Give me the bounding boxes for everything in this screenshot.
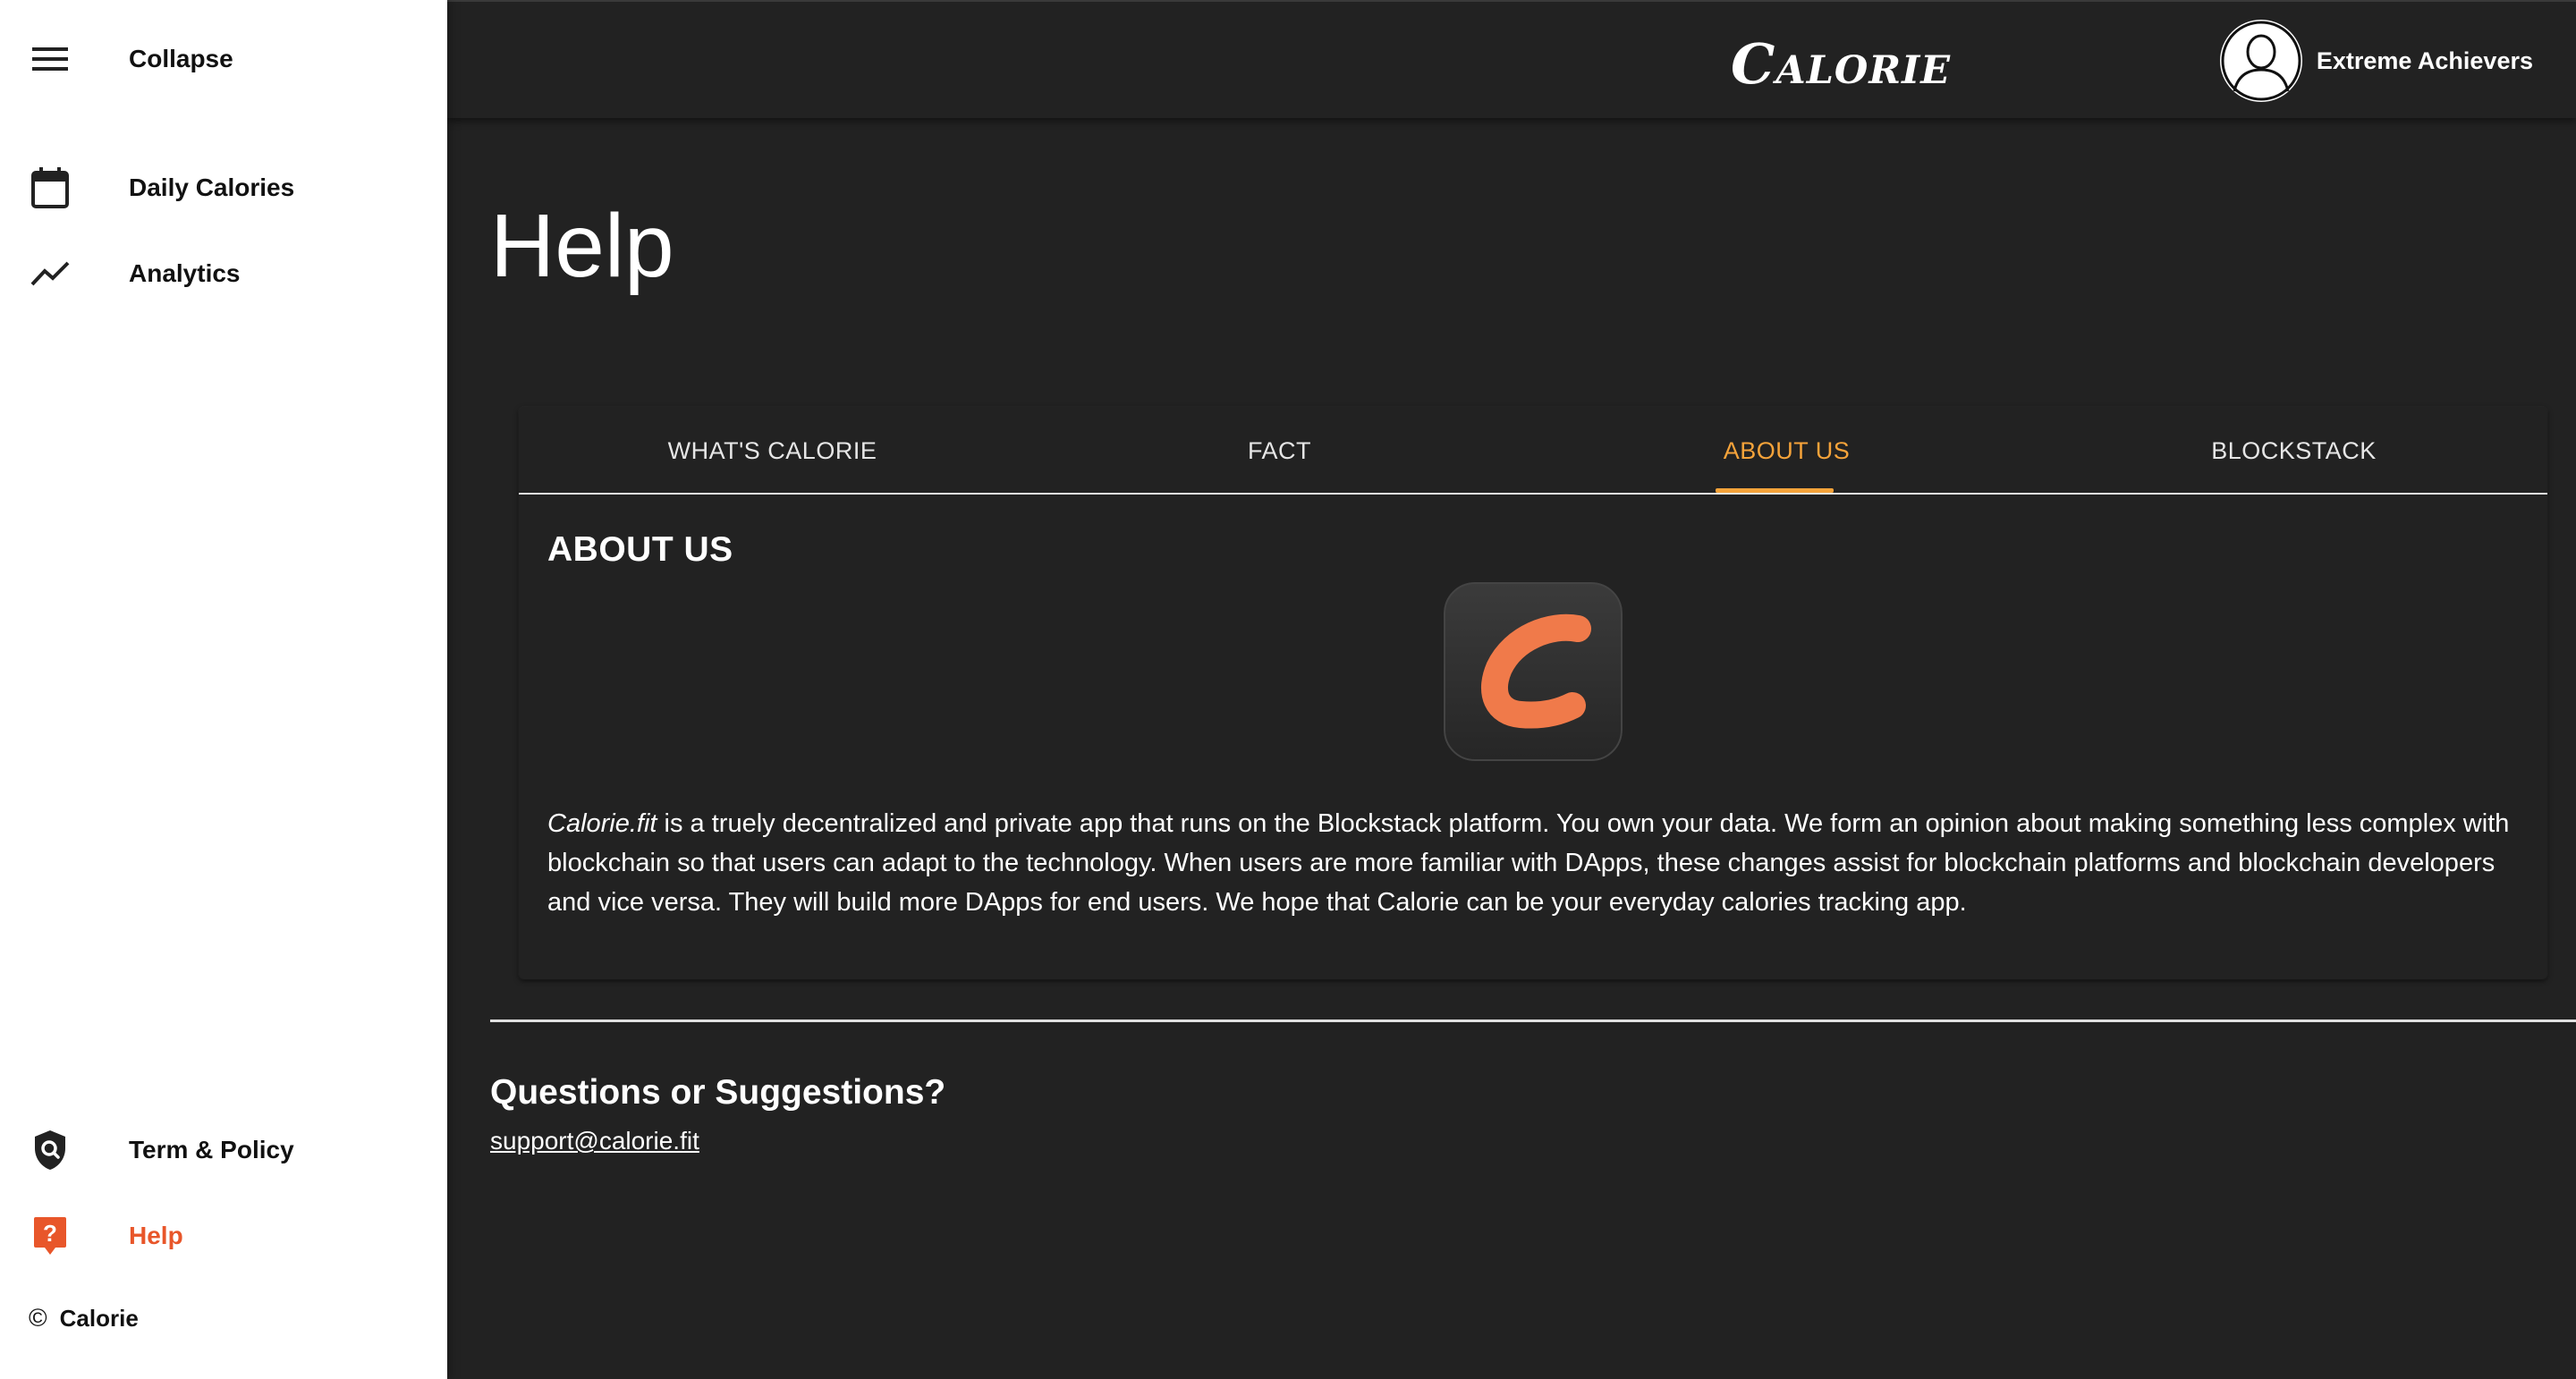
user-name: Extreme Achievers — [2316, 47, 2533, 74]
sidebar-item-analytics[interactable]: Analytics — [0, 238, 447, 309]
trending-up-icon — [29, 252, 72, 295]
tab-active-indicator — [1716, 488, 1834, 493]
sidebar-item-label: Term & Policy — [129, 1136, 294, 1163]
calorie-app-logo — [1444, 582, 1623, 761]
sidebar-item-label: Help — [129, 1222, 183, 1249]
top-app-bar: Calorie Extreme Achievers — [447, 0, 2576, 118]
help-card: WHAT'S CALORIE FACT ABOUT US BLOCKSTACK … — [519, 407, 2547, 979]
section-title: ABOUT US — [547, 530, 733, 569]
about-body: is a truely decentralized and private ap… — [547, 809, 2510, 917]
support-email-link[interactable]: support@calorie.fit — [490, 1127, 699, 1155]
sidebar-item-label: Daily Calories — [129, 173, 295, 201]
page-title: Help — [490, 196, 674, 296]
menu-icon — [29, 38, 72, 80]
tab-about-us[interactable]: ABOUT US — [1533, 407, 2040, 495]
footer-brand: Calorie — [59, 1304, 139, 1332]
sidebar-collapse-button[interactable]: Collapse — [0, 23, 447, 95]
app-root: Collapse Daily Calories Analytics Term &… — [0, 0, 2576, 1379]
shield-search-icon — [29, 1129, 72, 1172]
tab-fact[interactable]: FACT — [1026, 407, 1533, 495]
sidebar-item-daily-calories[interactable]: Daily Calories — [0, 152, 447, 224]
sidebar-item-help[interactable]: ? Help — [0, 1200, 447, 1272]
sidebar: Collapse Daily Calories Analytics Term &… — [0, 0, 447, 1379]
help-icon: ? — [29, 1214, 72, 1257]
copyright-icon: © — [29, 1304, 47, 1332]
tab-blockstack[interactable]: BLOCKSTACK — [2040, 407, 2547, 495]
questions-title: Questions or Suggestions? — [490, 1073, 946, 1112]
about-brand: Calorie.fit — [547, 809, 657, 838]
sidebar-item-term-policy[interactable]: Term & Policy — [0, 1114, 447, 1186]
calendar-icon — [29, 166, 72, 209]
tab-bar: WHAT'S CALORIE FACT ABOUT US BLOCKSTACK — [519, 407, 2547, 495]
about-paragraph: Calorie.fit is a truely decentralized an… — [547, 804, 2524, 922]
footer-copyright: © Calorie — [29, 1304, 139, 1332]
sidebar-collapse-label: Collapse — [129, 45, 233, 72]
user-menu[interactable]: Extreme Achievers — [2219, 20, 2533, 102]
svg-text:?: ? — [43, 1220, 57, 1247]
brand-logo[interactable]: Calorie — [1731, 32, 1951, 97]
tab-whats-calorie[interactable]: WHAT'S CALORIE — [519, 407, 1026, 495]
sidebar-item-label: Analytics — [129, 259, 241, 287]
avatar — [2219, 20, 2302, 102]
divider — [490, 1019, 2576, 1022]
user-icon — [2221, 21, 2301, 101]
